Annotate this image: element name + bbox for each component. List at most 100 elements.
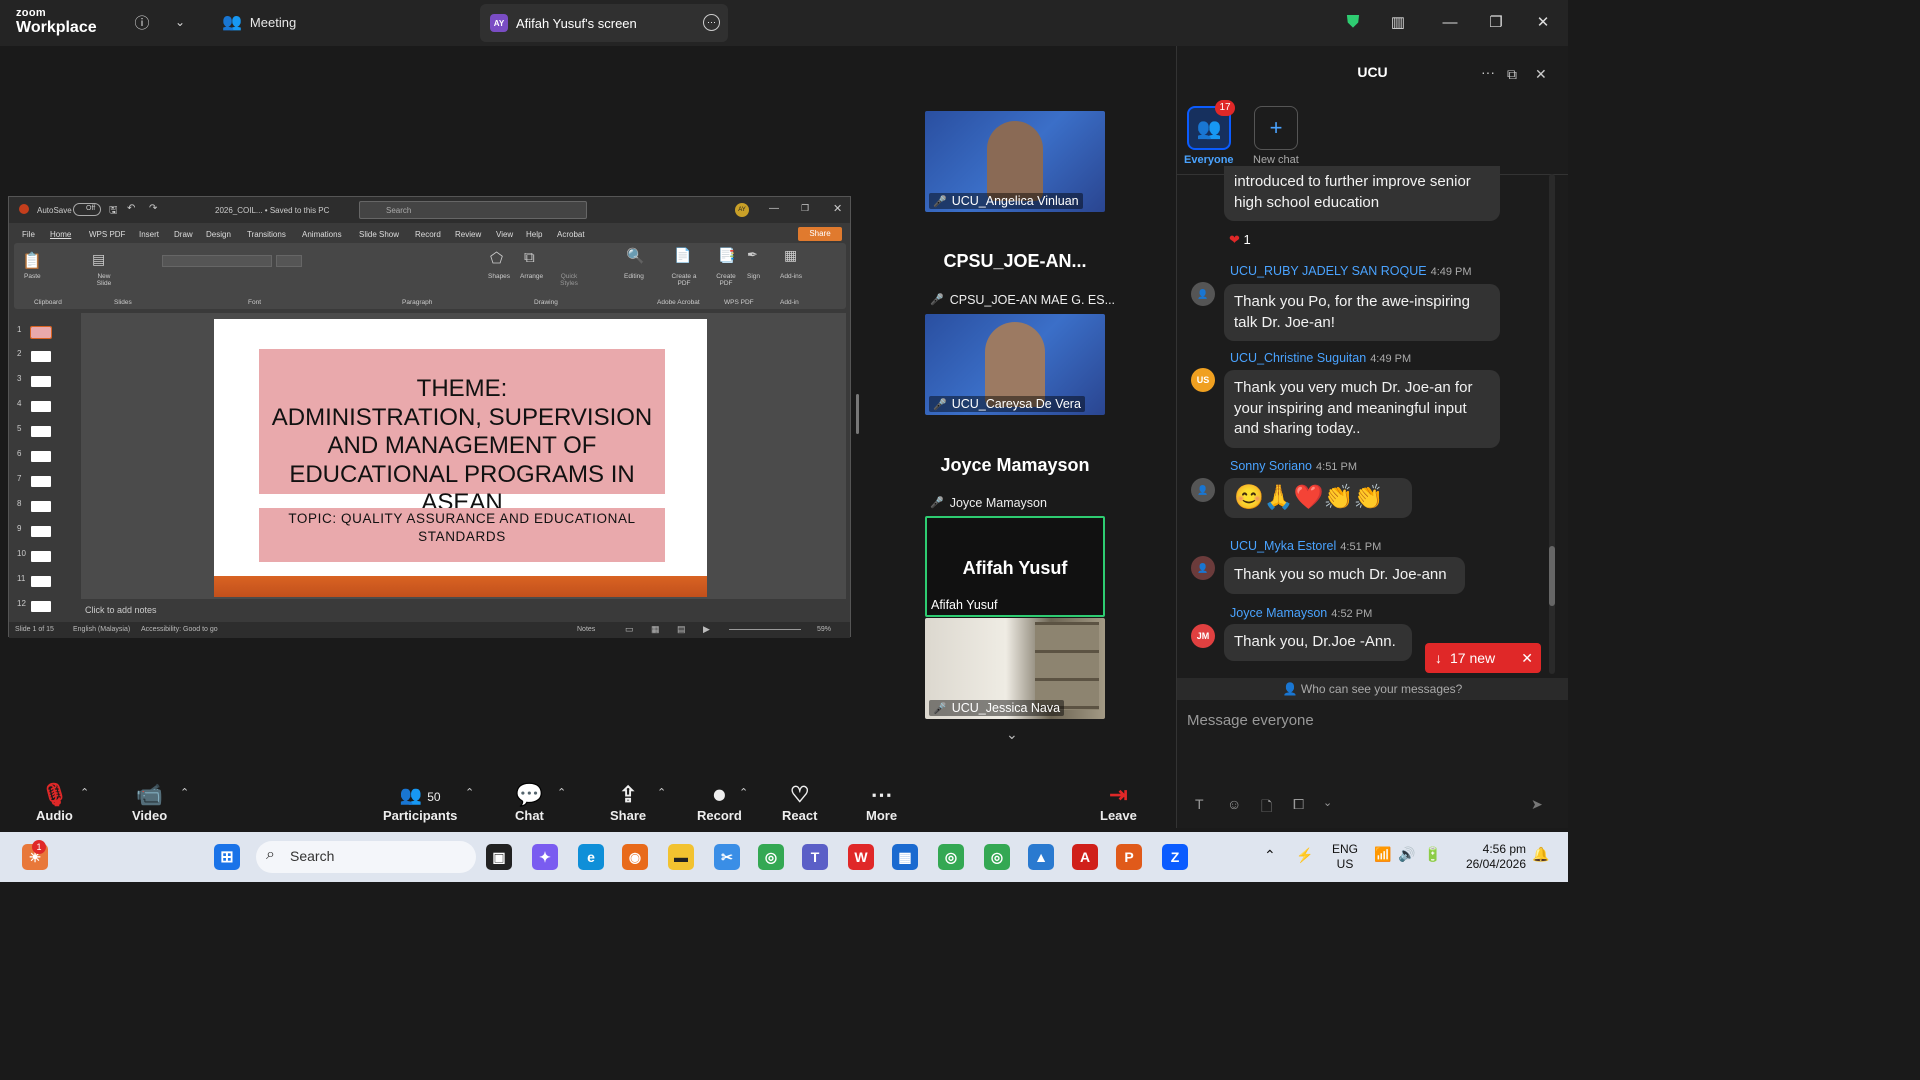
tray-chevron-icon[interactable]: ⌃ (1264, 847, 1276, 864)
share-button[interactable]: ⇪ Share (610, 782, 646, 823)
snipping-tool-icon[interactable]: ✂ (714, 844, 740, 870)
ppt-minimize-icon[interactable]: — (769, 203, 779, 214)
edge-icon[interactable]: e (578, 844, 604, 870)
leave-button[interactable]: ⇥ Leave (1100, 782, 1137, 823)
participants-button[interactable]: 👥 50 Participants (383, 782, 457, 823)
redo-icon[interactable]: ↷ (149, 203, 157, 214)
meeting-tab[interactable]: 👥 Meeting (222, 12, 296, 32)
record-button[interactable]: ⏺ Record (697, 782, 742, 823)
add-ins-icon[interactable]: ▦ (784, 247, 797, 264)
message-input[interactable]: Message everyone (1187, 712, 1314, 729)
menu-transitions[interactable]: Transitions (247, 230, 286, 239)
language-indicator[interactable]: ENG US (1332, 842, 1358, 872)
chrome-icon[interactable]: ◎ (758, 844, 784, 870)
chat-bubble-emoji[interactable]: 😊🙏❤️👏👏 (1224, 478, 1412, 518)
shapes-icon[interactable]: ⬠ (490, 249, 503, 267)
app-icon[interactable]: ▲ (1028, 844, 1054, 870)
popout-icon[interactable]: ⧉ (1507, 66, 1517, 83)
slide-thumb[interactable]: 1 (17, 325, 57, 339)
start-icon[interactable]: ⊞ (214, 844, 240, 870)
share-options-caret[interactable]: ⌃ (657, 786, 666, 799)
audio-options-caret[interactable]: ⌃ (80, 786, 89, 799)
menu-file[interactable]: File (22, 230, 35, 239)
chat-bubble[interactable]: Thank you so much Dr. Joe-ann (1224, 557, 1465, 594)
menu-home[interactable]: Home (50, 230, 71, 239)
chrome-profile-icon[interactable]: ◎ (938, 844, 964, 870)
minimize-icon[interactable]: — (1440, 12, 1460, 32)
who-can-see-bar[interactable]: 👤 Who can see your messages? (1177, 678, 1568, 700)
slide-thumb[interactable]: 2 (17, 349, 57, 363)
slide-thumb[interactable]: 10 (17, 549, 57, 563)
slide-thumb[interactable]: 5 (17, 424, 57, 438)
status-accessibility[interactable]: Accessibility: Good to go (141, 626, 218, 633)
slideshow-view-icon[interactable]: ▶ (703, 624, 710, 635)
store-icon[interactable]: ▦ (892, 844, 918, 870)
chat-bubble[interactable]: Thank you Po, for the awe-inspiring talk… (1224, 284, 1500, 341)
menu-animations[interactable]: Animations (302, 230, 342, 239)
volume-icon[interactable]: 🔊 (1398, 846, 1415, 863)
video-tile-angelica[interactable]: 🎤 UCU_Angelica Vinluan (925, 111, 1105, 212)
acrobat-icon[interactable]: A (1072, 844, 1098, 870)
autosave-toggle[interactable]: Off (73, 203, 101, 216)
chat-scrollbar[interactable] (1549, 174, 1555, 674)
ppt-search-box[interactable]: Search (359, 201, 587, 219)
powerpoint-taskbar-icon[interactable]: P (1116, 844, 1142, 870)
menu-help[interactable]: Help (526, 230, 542, 239)
format-text-icon[interactable]: T (1195, 796, 1204, 812)
status-zoom[interactable]: 59% (817, 626, 831, 633)
chevron-down-icon[interactable]: ⌄ (1323, 796, 1332, 809)
new-chat-button[interactable]: + (1254, 106, 1298, 150)
panel-splitter[interactable] (856, 394, 859, 434)
copilot-icon[interactable]: ✦ (532, 844, 558, 870)
ppt-share-button[interactable]: Share (798, 227, 842, 241)
slide-thumb[interactable]: 3 (17, 374, 57, 388)
restore-icon[interactable]: ❐ (1486, 12, 1506, 32)
chat-button[interactable]: 💬 Chat (515, 782, 544, 823)
arrange-icon[interactable]: ⧉ (524, 249, 535, 266)
sorter-view-icon[interactable]: ▦ (651, 624, 660, 635)
slide-thumb[interactable]: 7 (17, 474, 57, 488)
ppt-filename[interactable]: 2026_COIL... • Saved to this PC (215, 206, 329, 215)
editing-icon[interactable]: 🔍 (626, 247, 645, 265)
zoom-slider[interactable] (729, 629, 801, 630)
save-icon[interactable]: 🖫 (109, 203, 118, 220)
slide-thumb[interactable]: 9 (17, 524, 57, 538)
firefox-icon[interactable]: ◉ (622, 844, 648, 870)
file-icon[interactable]: 🗋 (1261, 796, 1272, 820)
create-pdf-icon[interactable]: 📄 (674, 247, 691, 264)
shared-screen-tab[interactable]: AY Afifah Yusuf's screen ··· (480, 4, 728, 42)
ppt-close-icon[interactable]: ✕ (833, 202, 842, 215)
status-notes[interactable]: Notes (577, 626, 595, 633)
taskbar-search[interactable]: ⌕ Search (256, 841, 476, 873)
menu-slide-show[interactable]: Slide Show (359, 230, 399, 239)
video-options-caret[interactable]: ⌃ (180, 786, 189, 799)
slide-thumb[interactable]: 6 (17, 449, 57, 463)
wps-icon[interactable]: W (848, 844, 874, 870)
close-chat-icon[interactable]: ✕ (1535, 66, 1547, 83)
video-tile-afifah-active[interactable]: Afifah Yusuf Afifah Yusuf (925, 516, 1105, 617)
slide-thumb[interactable]: 12 (17, 599, 57, 613)
video-tile-jessica[interactable]: 🎤 UCU_Jessica Nava (925, 618, 1105, 719)
ppt-user-avatar[interactable]: AY (735, 203, 749, 217)
current-slide[interactable]: THEME: ADMINISTRATION, SUPERVISION AND M… (214, 319, 707, 597)
slide-thumb[interactable]: 4 (17, 399, 57, 413)
audio-button[interactable]: 🎙 Audio (36, 782, 73, 823)
chat-options-caret[interactable]: ⌃ (557, 786, 566, 799)
menu-review[interactable]: Review (455, 230, 481, 239)
scrollbar-thumb[interactable] (1549, 546, 1555, 606)
gallery-scroll-down-icon[interactable]: ⌄ (1006, 726, 1018, 743)
menu-draw[interactable]: Draw (174, 230, 193, 239)
teams-icon[interactable]: T (802, 844, 828, 870)
menu-design[interactable]: Design (206, 230, 231, 239)
zoom-taskbar-icon[interactable]: Z (1162, 844, 1188, 870)
participants-options-caret[interactable]: ⌃ (465, 786, 474, 799)
quick-styles-label[interactable]: Quick Styles (557, 273, 581, 287)
slide-thumb[interactable]: 11 (17, 574, 57, 588)
tray-app-icon[interactable]: ⚡ (1296, 847, 1313, 864)
file-explorer-icon[interactable]: ▬ (668, 844, 694, 870)
menu-record[interactable]: Record (415, 230, 441, 239)
reaction-heart[interactable]: ❤ 1 (1229, 232, 1251, 248)
emoji-icon[interactable]: ☺ (1227, 796, 1241, 812)
new-messages-button[interactable]: ↓ 17 new ✕ (1425, 643, 1541, 673)
layout-icon[interactable]: ▥ (1388, 12, 1408, 32)
